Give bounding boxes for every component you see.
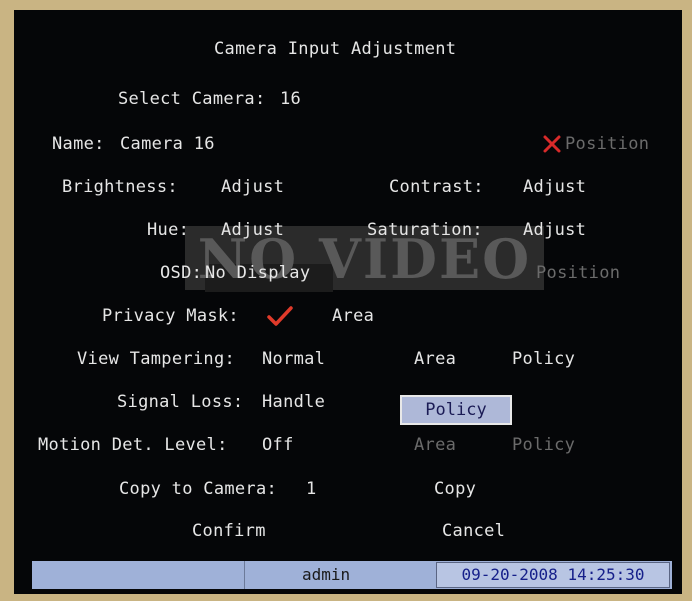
select-camera-label: Select Camera:: [118, 89, 266, 109]
status-bar: admin 09-20-2008 14:25:30: [32, 561, 672, 589]
copy-to-camera-label: Copy to Camera:: [119, 479, 278, 499]
osd-display-select[interactable]: No Display: [205, 263, 310, 283]
signal-loss-value[interactable]: Handle: [262, 392, 325, 412]
status-bar-divider: [244, 561, 245, 589]
copy-to-camera-value[interactable]: 1: [306, 479, 317, 499]
select-camera-value[interactable]: 16: [280, 89, 301, 109]
view-tampering-policy-button[interactable]: Policy: [512, 349, 575, 369]
cancel-button[interactable]: Cancel: [442, 521, 505, 541]
saturation-adjust-button[interactable]: Adjust: [523, 220, 586, 240]
osd-label: OSD:: [160, 263, 203, 283]
view-tampering-label: View Tampering:: [77, 349, 236, 369]
dvr-menu-screen: Camera Input Adjustment Select Camera: 1…: [14, 10, 682, 594]
name-field[interactable]: Camera 16: [120, 134, 215, 154]
current-user: admin: [302, 565, 351, 584]
motion-detection-value[interactable]: Off: [262, 435, 294, 455]
signal-loss-label: Signal Loss:: [117, 392, 244, 412]
contrast-adjust-button[interactable]: Adjust: [523, 177, 586, 197]
view-tampering-value[interactable]: Normal: [262, 349, 325, 369]
check-mark-icon[interactable]: [266, 304, 294, 328]
x-mark-icon: [543, 135, 561, 153]
name-position-button[interactable]: Position: [565, 134, 649, 154]
name-label: Name:: [52, 134, 105, 154]
contrast-label: Contrast:: [389, 177, 484, 197]
date-time-display: 09-20-2008 14:25:30: [436, 562, 670, 588]
signal-loss-policy-button[interactable]: Policy: [400, 395, 512, 425]
motion-detection-label: Motion Det. Level:: [38, 435, 228, 455]
privacy-mask-area-button[interactable]: Area: [332, 306, 374, 326]
confirm-button[interactable]: Confirm: [192, 521, 266, 541]
osd-position-button[interactable]: Position: [536, 263, 620, 283]
view-tampering-area-button[interactable]: Area: [414, 349, 456, 369]
hue-label: Hue:: [147, 220, 190, 240]
brightness-label: Brightness:: [62, 177, 178, 197]
hue-adjust-button[interactable]: Adjust: [221, 220, 284, 240]
page-title: Camera Input Adjustment: [214, 39, 457, 59]
brightness-adjust-button[interactable]: Adjust: [221, 177, 284, 197]
copy-button[interactable]: Copy: [434, 479, 476, 499]
motion-area-button[interactable]: Area: [414, 435, 456, 455]
monitor-frame: Camera Input Adjustment Select Camera: 1…: [0, 0, 692, 601]
saturation-label: Saturation:: [367, 220, 483, 240]
privacy-mask-label: Privacy Mask:: [102, 306, 239, 326]
motion-policy-button[interactable]: Policy: [512, 435, 575, 455]
